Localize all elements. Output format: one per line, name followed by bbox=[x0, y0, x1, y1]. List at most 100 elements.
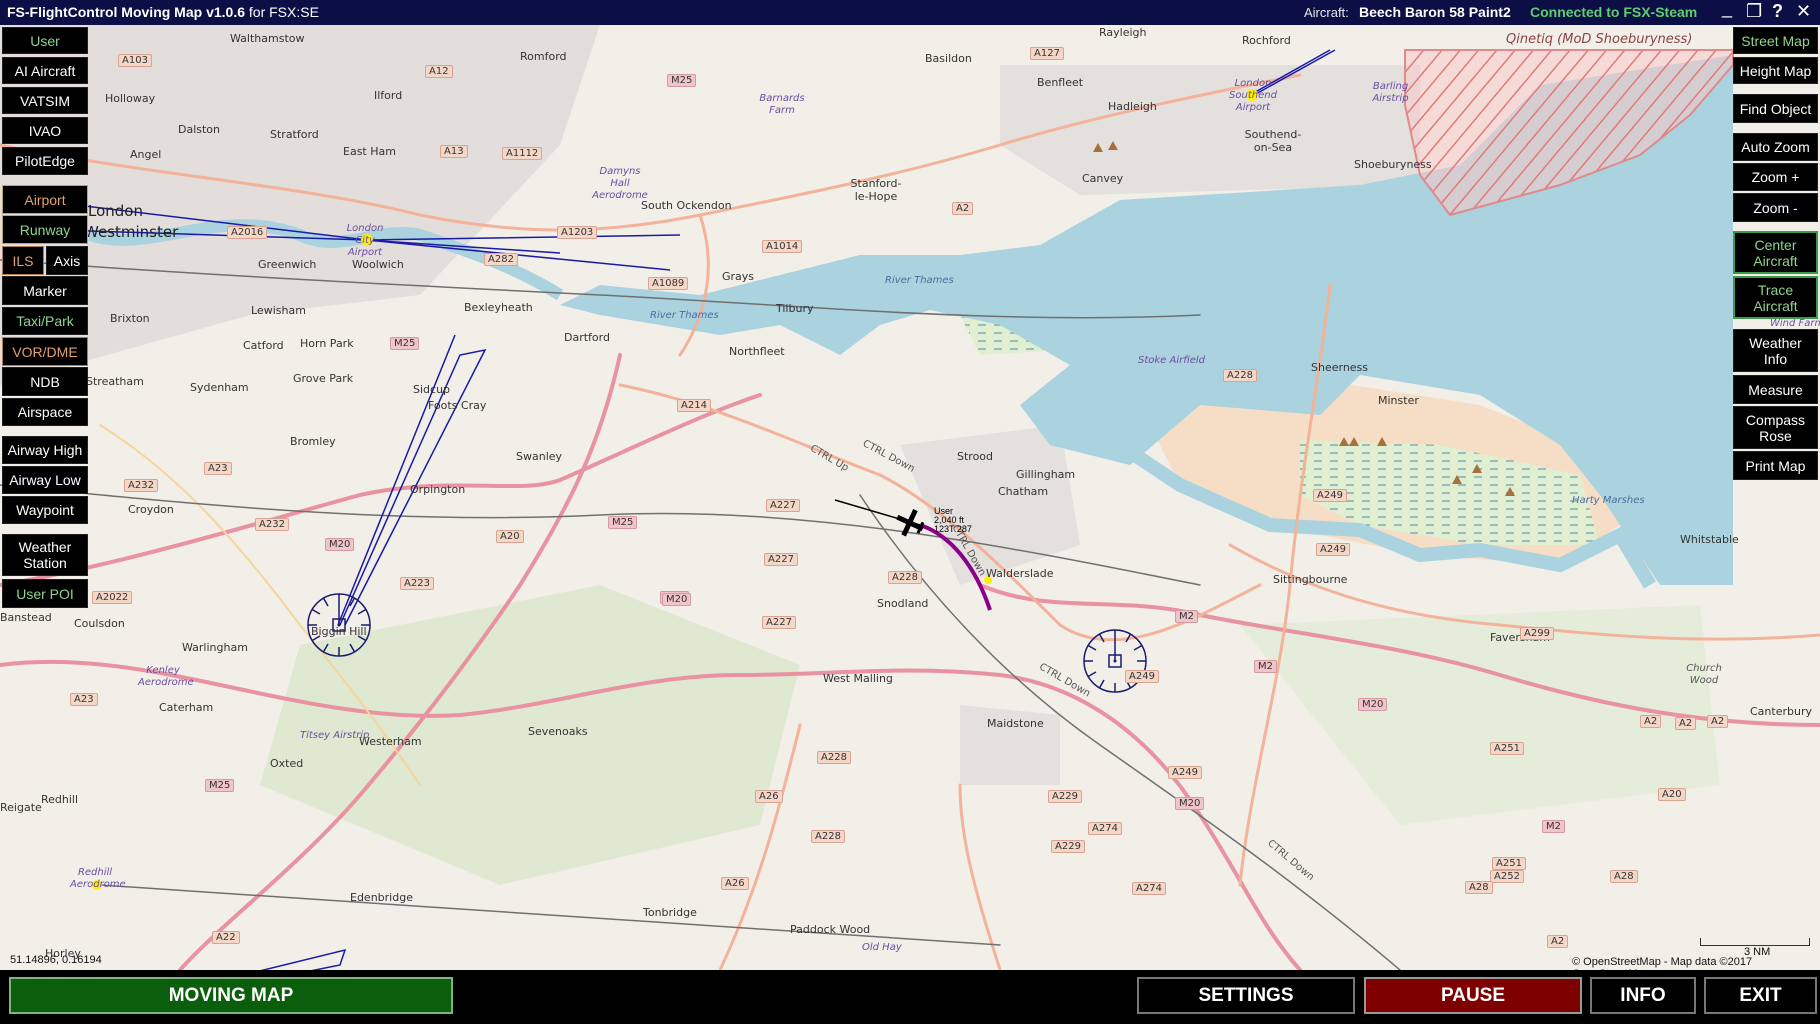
layer-toggle-user[interactable]: User bbox=[2, 27, 88, 54]
road-shield: M25 bbox=[205, 779, 235, 792]
close-button[interactable]: ✕ bbox=[1796, 1, 1811, 21]
road-shield: A249 bbox=[1125, 670, 1159, 683]
layer-toggle-pilotedge[interactable]: PilotEdge bbox=[2, 147, 88, 175]
water-label: Harty Marshes bbox=[1572, 495, 1645, 506]
road-shield: M25 bbox=[390, 337, 420, 350]
place-label: West Malling bbox=[823, 672, 893, 685]
layer-toggle-airway-high[interactable]: Airway High bbox=[2, 436, 88, 464]
place-label: Shoeburyness bbox=[1354, 158, 1432, 171]
cursor-coordinates: 51.14896, 0.16194 bbox=[10, 954, 102, 966]
place-label: Dalston bbox=[178, 123, 221, 136]
place-label: Foots Cray bbox=[428, 399, 487, 412]
pause-button[interactable]: PAUSE bbox=[1364, 977, 1582, 1014]
layer-toggle-ils[interactable]: ILS bbox=[2, 246, 44, 275]
place-label: Southend-on-Sea bbox=[1244, 128, 1302, 154]
road-shield: A127 bbox=[1030, 47, 1064, 60]
place-label: Sevenoaks bbox=[528, 725, 588, 738]
info-button[interactable]: INFO bbox=[1590, 977, 1696, 1014]
road-shield: A251 bbox=[1490, 742, 1524, 755]
settings-button[interactable]: SETTINGS bbox=[1137, 977, 1355, 1014]
layer-toggle-marker[interactable]: Marker bbox=[2, 276, 88, 305]
height-map-button[interactable]: Height Map bbox=[1733, 57, 1818, 84]
road-shield: A20 bbox=[1658, 788, 1686, 801]
weather-info-button[interactable]: Weather Info bbox=[1733, 329, 1818, 372]
danger-area-label: Qinetiq (MoD Shoeburyness) bbox=[1506, 32, 1693, 47]
place-label: Paddock Wood bbox=[790, 923, 871, 936]
place-label: Northfleet bbox=[729, 345, 785, 358]
layer-toggle-airport[interactable]: Airport bbox=[2, 185, 88, 214]
place-label: Canvey bbox=[1082, 172, 1124, 185]
road-shield: A229 bbox=[1051, 840, 1085, 853]
place-label: Gillingham bbox=[1016, 468, 1076, 481]
road-shield: A26 bbox=[721, 877, 749, 890]
layer-toggle-runway[interactable]: Runway bbox=[2, 215, 88, 244]
road-shield: A2 bbox=[1675, 717, 1697, 730]
place-label: Ilford bbox=[374, 89, 403, 102]
restore-button[interactable]: ❐ bbox=[1746, 1, 1762, 21]
measure-button[interactable]: Measure bbox=[1733, 375, 1818, 404]
place-label: Croydon bbox=[128, 503, 174, 516]
street-map-button[interactable]: Street Map bbox=[1733, 27, 1818, 54]
place-label: Bromley bbox=[290, 435, 336, 448]
layer-toggle-ai-aircraft[interactable]: AI Aircraft bbox=[2, 57, 88, 84]
road-shield: A22 bbox=[212, 931, 240, 944]
place-label: Swanley bbox=[516, 450, 563, 463]
moving-map[interactable]: London Westminster Walthamstow Romford B… bbox=[0, 25, 1820, 970]
road-shield: A23 bbox=[204, 462, 232, 475]
layer-toggle-vor-dme[interactable]: VOR/DME bbox=[2, 337, 88, 366]
airport-label: London City Airport bbox=[346, 223, 384, 258]
place-label: Sittingbourne bbox=[1273, 573, 1348, 586]
layer-toggle-taxi-park[interactable]: Taxi/Park bbox=[2, 307, 88, 335]
layer-toggle-user-poi[interactable]: User POI bbox=[2, 579, 88, 608]
road-shield: A13 bbox=[440, 145, 468, 158]
exit-button[interactable]: EXIT bbox=[1704, 977, 1817, 1014]
zoom-in-button[interactable]: Zoom + bbox=[1733, 163, 1818, 191]
place-label: Streatham bbox=[86, 375, 144, 388]
place-label: Coulsdon bbox=[74, 617, 125, 630]
compass-rose-button[interactable]: Compass Rose bbox=[1733, 406, 1818, 449]
layer-toggle-vatsim[interactable]: VATSIM bbox=[2, 87, 88, 114]
road-shield: A299 bbox=[1520, 627, 1554, 640]
road-shield: M25 bbox=[608, 516, 638, 529]
zoom-out-button[interactable]: Zoom - bbox=[1733, 193, 1818, 222]
place-label: Grove Park bbox=[293, 372, 354, 385]
center-aircraft-button[interactable]: Center Aircraft bbox=[1733, 231, 1818, 274]
road-shield: A12 bbox=[425, 65, 453, 78]
place-label: Minster bbox=[1378, 394, 1419, 407]
layer-toggle-axis[interactable]: Axis bbox=[46, 246, 88, 275]
road-shield: A2 bbox=[952, 202, 974, 215]
layer-toggle-waypoint[interactable]: Waypoint bbox=[2, 496, 88, 524]
layer-toggle-weather-station[interactable]: Weather Station bbox=[2, 534, 88, 576]
road-shield: M2 bbox=[1254, 660, 1277, 673]
place-label: Reigate bbox=[0, 801, 42, 814]
layer-toggle-ivao[interactable]: IVAO bbox=[2, 117, 88, 144]
layer-toggle-ndb[interactable]: NDB bbox=[2, 367, 88, 396]
help-button[interactable]: ? bbox=[1772, 1, 1783, 21]
place-label: Walthamstow bbox=[230, 32, 305, 45]
find-object-button[interactable]: Find Object bbox=[1733, 94, 1818, 123]
auto-zoom-button[interactable]: Auto Zoom bbox=[1733, 133, 1818, 161]
road-shield: A26 bbox=[755, 790, 783, 803]
road-shield: A251 bbox=[1492, 857, 1526, 870]
map-attribution: © OpenStreetMap - Map data ©2017 OpenStr… bbox=[1572, 956, 1753, 970]
place-label: Sheerness bbox=[1311, 361, 1369, 374]
layer-toggle-airway-low[interactable]: Airway Low bbox=[2, 466, 88, 494]
place-label: Catford bbox=[243, 339, 284, 352]
airport-label: Titsey Airstrip bbox=[300, 730, 370, 741]
road-shield: M20 bbox=[1175, 797, 1205, 810]
road-shield: A227 bbox=[764, 553, 798, 566]
layer-toggle-airspace[interactable]: Airspace bbox=[2, 398, 88, 426]
minimize-button[interactable]: _ bbox=[1722, 0, 1732, 18]
road-shield: A2022 bbox=[92, 591, 133, 604]
road-shield: A249 bbox=[1313, 489, 1347, 502]
trace-aircraft-button[interactable]: Trace Aircraft bbox=[1733, 276, 1818, 319]
moving-map-button[interactable]: MOVING MAP bbox=[9, 977, 453, 1014]
place-label: Dartford bbox=[564, 331, 610, 344]
place-label: East Ham bbox=[343, 145, 396, 158]
user-aircraft-label: User 2,040 ft 123T 287 bbox=[934, 507, 972, 534]
place-label: Biggin Hill bbox=[311, 625, 367, 638]
place-label: London bbox=[88, 202, 143, 220]
aircraft-heading-speed: 123T 287 bbox=[934, 524, 972, 534]
place-label: Romford bbox=[520, 50, 567, 63]
print-map-button[interactable]: Print Map bbox=[1733, 451, 1818, 480]
